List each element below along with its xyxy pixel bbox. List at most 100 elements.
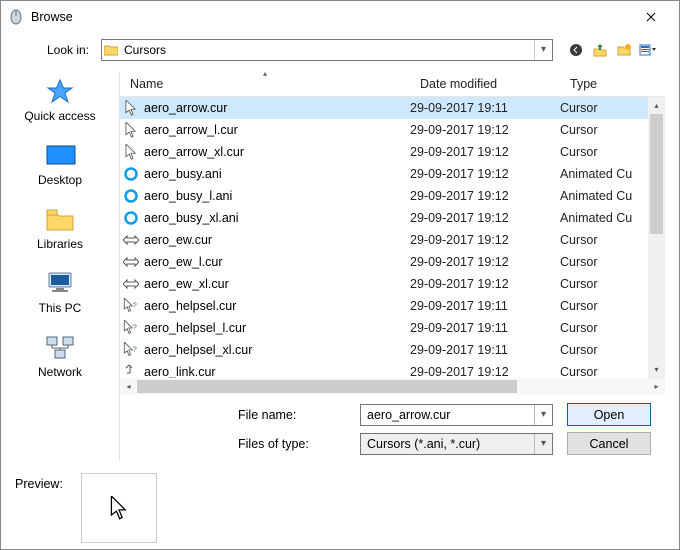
- places-desktop[interactable]: Desktop: [1, 141, 119, 187]
- vertical-scrollbar[interactable]: ▴ ▾: [648, 97, 665, 378]
- file-row[interactable]: ?aero_helpsel.cur29-09-2017 19:11Cursor: [120, 295, 648, 317]
- toolbar-nav: [567, 41, 667, 59]
- close-button[interactable]: [631, 3, 671, 31]
- file-date: 29-09-2017 19:12: [410, 233, 560, 247]
- file-type-icon: [120, 167, 142, 181]
- file-date: 29-09-2017 19:11: [410, 101, 560, 115]
- view-menu-button[interactable]: [639, 41, 657, 59]
- cursor-arrow-icon: [110, 496, 128, 520]
- file-type: Cursor: [560, 321, 648, 335]
- file-name: aero_helpsel.cur: [142, 299, 410, 313]
- file-row[interactable]: aero_busy_l.ani29-09-2017 19:12Animated …: [120, 185, 648, 207]
- network-icon: [44, 333, 76, 361]
- file-name: aero_ew_l.cur: [142, 255, 410, 269]
- file-row[interactable]: aero_link.cur29-09-2017 19:12Cursor: [120, 361, 648, 378]
- file-type: Animated Cu: [560, 167, 648, 181]
- file-row[interactable]: aero_ew_l.cur29-09-2017 19:12Cursor: [120, 251, 648, 273]
- file-date: 29-09-2017 19:12: [410, 167, 560, 181]
- file-type: Cursor: [560, 343, 648, 357]
- scroll-down-icon[interactable]: ▾: [648, 361, 665, 378]
- file-row[interactable]: aero_arrow_l.cur29-09-2017 19:12Cursor: [120, 119, 648, 141]
- look-in-dropdown[interactable]: Cursors ▾: [101, 39, 553, 61]
- scroll-right-icon[interactable]: ▸: [648, 382, 665, 391]
- file-date: 29-09-2017 19:12: [410, 189, 560, 203]
- column-header-date[interactable]: Date modified: [410, 71, 560, 96]
- file-date: 29-09-2017 19:12: [410, 123, 560, 137]
- scroll-left-icon[interactable]: ◂: [120, 382, 137, 391]
- file-row[interactable]: aero_ew.cur29-09-2017 19:12Cursor: [120, 229, 648, 251]
- svg-text:?: ?: [133, 322, 137, 331]
- places-quick[interactable]: Quick access: [1, 77, 119, 123]
- titlebar: Browse: [1, 1, 679, 33]
- browse-dialog: Browse Look in: Cursors ▾ Quick access De…: [0, 0, 680, 550]
- file-pane: ▴ Name Date modified Type aero_arrow.cur…: [119, 71, 665, 461]
- scroll-up-icon[interactable]: ▴: [648, 97, 665, 114]
- file-name-input[interactable]: aero_arrow.cur ▾: [360, 404, 553, 426]
- horizontal-scrollbar[interactable]: ◂ ▸: [120, 378, 665, 395]
- svg-text:?: ?: [133, 300, 137, 309]
- places-label: Network: [38, 365, 82, 379]
- places-thispc[interactable]: This PC: [1, 269, 119, 315]
- file-type: Cursor: [560, 255, 648, 269]
- sort-indicator-icon: ▴: [263, 69, 267, 78]
- cancel-button[interactable]: Cancel: [567, 432, 651, 455]
- file-name: aero_helpsel_xl.cur: [142, 343, 410, 357]
- places-label: Desktop: [38, 173, 82, 187]
- file-type-icon: [120, 257, 142, 267]
- file-date: 29-09-2017 19:12: [410, 145, 560, 159]
- files-of-type-select[interactable]: Cursors (*.ani, *.cur) ▾: [360, 433, 553, 455]
- file-name: aero_arrow.cur: [142, 101, 410, 115]
- file-type: Cursor: [560, 299, 648, 313]
- file-type-icon: [120, 235, 142, 245]
- places-label: Libraries: [37, 237, 83, 251]
- places-label: Quick access: [24, 109, 95, 123]
- file-date: 29-09-2017 19:11: [410, 321, 560, 335]
- look-in-label: Look in:: [21, 43, 101, 57]
- file-type-icon: [120, 189, 142, 203]
- file-name: aero_busy.ani: [142, 167, 410, 181]
- new-folder-button[interactable]: [615, 41, 633, 59]
- file-row[interactable]: aero_arrow_xl.cur29-09-2017 19:12Cursor: [120, 141, 648, 163]
- column-header-name[interactable]: ▴ Name: [120, 71, 410, 96]
- file-type-icon: ?: [120, 320, 142, 336]
- preview-area: Preview:: [1, 461, 679, 549]
- file-row[interactable]: ?aero_helpsel_l.cur29-09-2017 19:11Curso…: [120, 317, 648, 339]
- file-type-icon: [120, 122, 142, 138]
- file-name: aero_arrow_l.cur: [142, 123, 410, 137]
- file-type: Cursor: [560, 145, 648, 159]
- file-type-icon: ?: [120, 298, 142, 314]
- file-type-icon: [120, 364, 142, 378]
- file-type-icon: [120, 279, 142, 289]
- file-date: 29-09-2017 19:12: [410, 255, 560, 269]
- filetype-row: Files of type: Cursors (*.ani, *.cur) ▾ …: [120, 426, 665, 461]
- file-row[interactable]: aero_arrow.cur29-09-2017 19:11Cursor: [120, 97, 648, 119]
- places-bar: Quick access Desktop Libraries This PC Netwo…: [1, 71, 119, 461]
- file-type-icon: [120, 144, 142, 160]
- file-name: aero_busy_l.ani: [142, 189, 410, 203]
- places-libraries[interactable]: Libraries: [1, 205, 119, 251]
- h-scroll-thumb[interactable]: [137, 380, 517, 393]
- file-list[interactable]: aero_arrow.cur29-09-2017 19:11Cursoraero…: [120, 97, 665, 378]
- look-in-row: Look in: Cursors ▾: [1, 33, 679, 71]
- file-row[interactable]: ?aero_helpsel_xl.cur29-09-2017 19:11Curs…: [120, 339, 648, 361]
- open-button[interactable]: Open: [567, 403, 651, 426]
- file-row[interactable]: aero_busy_xl.ani29-09-2017 19:12Animated…: [120, 207, 648, 229]
- file-name: aero_ew_xl.cur: [142, 277, 410, 291]
- column-headers: ▴ Name Date modified Type: [120, 71, 665, 97]
- libraries-icon: [44, 205, 76, 233]
- back-button[interactable]: [567, 41, 585, 59]
- svg-text:?: ?: [133, 344, 137, 353]
- places-label: This PC: [39, 301, 82, 315]
- file-row[interactable]: aero_busy.ani29-09-2017 19:12Animated Cu: [120, 163, 648, 185]
- file-name: aero_link.cur: [142, 365, 410, 378]
- file-type-icon: [120, 100, 142, 116]
- file-date: 29-09-2017 19:12: [410, 211, 560, 225]
- v-scroll-thumb[interactable]: [650, 114, 663, 234]
- file-type: Cursor: [560, 101, 648, 115]
- file-type: Animated Cu: [560, 211, 648, 225]
- places-network[interactable]: Network: [1, 333, 119, 379]
- column-header-type[interactable]: Type: [560, 71, 648, 96]
- up-one-level-button[interactable]: [591, 41, 609, 59]
- file-row[interactable]: aero_ew_xl.cur29-09-2017 19:12Cursor: [120, 273, 648, 295]
- preview-box: [81, 473, 157, 543]
